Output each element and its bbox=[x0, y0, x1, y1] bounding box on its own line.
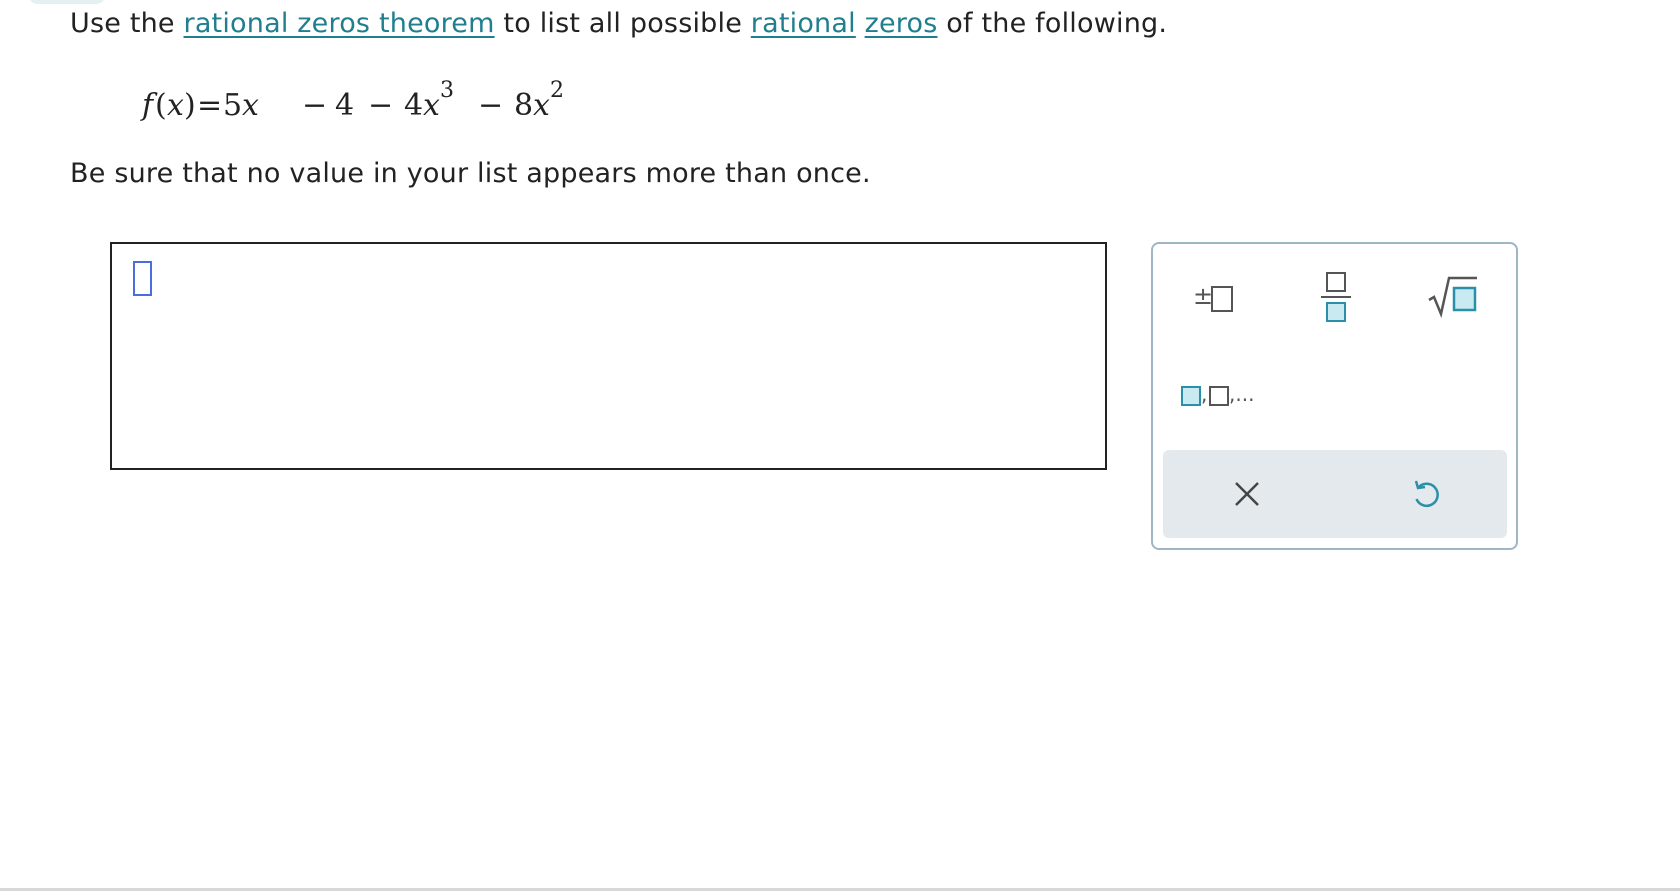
bottom-divider bbox=[0, 888, 1680, 891]
undo-icon bbox=[1414, 480, 1439, 508]
eq-term3-coef: 4 bbox=[404, 88, 424, 123]
question-text: Use the rational zeros theorem to list a… bbox=[70, 8, 1167, 39]
plus-minus-button[interactable]: ± bbox=[1189, 280, 1249, 320]
math-palette: ± , ,... bbox=[1151, 242, 1518, 550]
eq-term3-var: x bbox=[423, 88, 440, 123]
question-suffix: of the following. bbox=[937, 8, 1168, 39]
page: Use the rational zeros theorem to list a… bbox=[0, 0, 1680, 892]
rational-zeros-theorem-link[interactable]: rational zeros theorem bbox=[184, 8, 495, 39]
eq-term4-exponent: 2 bbox=[550, 78, 564, 103]
eq-term1-coef: 5 bbox=[223, 88, 243, 123]
palette-action-bar bbox=[1163, 450, 1507, 538]
top-tab[interactable] bbox=[28, 0, 106, 4]
square-root-button[interactable] bbox=[1427, 272, 1479, 320]
eq-term4-var: x bbox=[533, 88, 550, 123]
eq-term3-exponent: 3 bbox=[440, 78, 454, 103]
clear-icon bbox=[1235, 482, 1259, 506]
eq-term1-var: x bbox=[242, 88, 259, 123]
undo-button[interactable] bbox=[1407, 474, 1447, 514]
list-ellipsis: ,... bbox=[1229, 382, 1255, 406]
question-prefix: Use the bbox=[70, 8, 184, 39]
eq-lparen: ( bbox=[155, 88, 167, 123]
answer-input[interactable] bbox=[110, 242, 1107, 470]
list-separator: , bbox=[1201, 382, 1208, 406]
eq-function-name: f bbox=[142, 88, 154, 123]
input-cursor-placeholder bbox=[133, 261, 152, 296]
fraction-button[interactable] bbox=[1319, 270, 1355, 326]
eq-equals: = bbox=[197, 88, 223, 123]
eq-variable: x bbox=[167, 88, 184, 123]
eq-minus-3: − bbox=[478, 88, 504, 123]
question-middle: to list all possible bbox=[494, 8, 751, 39]
instruction-text: Be sure that no value in your list appea… bbox=[70, 158, 871, 189]
rational-link[interactable]: rational bbox=[751, 8, 856, 39]
zeros-link[interactable]: zeros bbox=[865, 8, 938, 39]
eq-term2: 4 bbox=[335, 88, 355, 123]
clear-button[interactable] bbox=[1227, 474, 1267, 514]
eq-minus-1: − bbox=[302, 88, 328, 123]
list-button[interactable]: , ,... bbox=[1179, 382, 1259, 416]
plus-minus-icon bbox=[1211, 286, 1233, 312]
square-root-icon bbox=[1428, 276, 1477, 319]
eq-minus-2: − bbox=[368, 88, 394, 123]
eq-rparen: ) bbox=[184, 88, 196, 123]
eq-term4-coef: 8 bbox=[514, 88, 534, 123]
